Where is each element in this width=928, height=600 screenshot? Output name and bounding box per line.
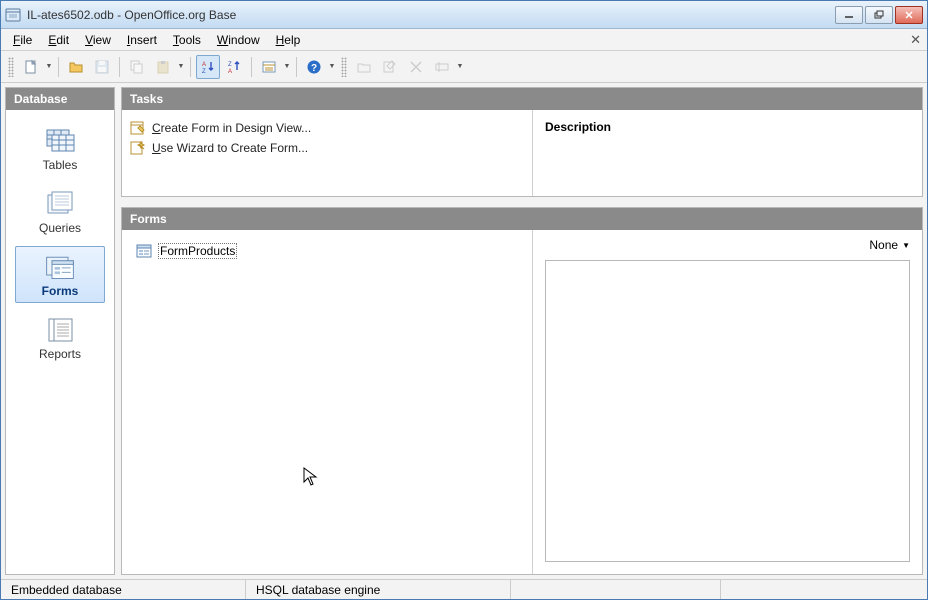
menu-window[interactable]: Window bbox=[209, 31, 268, 49]
forms-header: Forms bbox=[122, 208, 922, 230]
toolbar-grip[interactable] bbox=[341, 57, 347, 77]
open-button[interactable] bbox=[64, 55, 88, 79]
toolbar-separator bbox=[251, 57, 252, 77]
statusbar: Embedded database HSQL database engine bbox=[1, 579, 927, 599]
tasks-panel: Tasks Create Form in Design View... Use … bbox=[121, 87, 923, 197]
svg-text:Z: Z bbox=[202, 69, 206, 75]
sidebar-item-label: Tables bbox=[43, 158, 78, 172]
edit-object-button bbox=[378, 55, 402, 79]
minimize-button[interactable] bbox=[835, 6, 863, 24]
app-icon bbox=[5, 7, 21, 23]
window-title: IL-ates6502.odb - OpenOffice.org Base bbox=[27, 8, 835, 22]
delete-object-button bbox=[404, 55, 428, 79]
toolbar: ▼ ▼ AZ ZA ▼ ? ▼ ▼ bbox=[1, 51, 927, 83]
form-item[interactable]: FormProducts bbox=[134, 242, 520, 260]
open-object-button bbox=[352, 55, 376, 79]
main-area: Tasks Create Form in Design View... Use … bbox=[121, 87, 923, 575]
toolbar-overflow[interactable]: ▼ bbox=[456, 63, 464, 70]
status-embedded: Embedded database bbox=[1, 580, 246, 599]
close-button[interactable] bbox=[895, 6, 923, 24]
tables-icon bbox=[44, 127, 76, 155]
chevron-down-icon: ▼ bbox=[902, 241, 910, 250]
sidebar-item-queries[interactable]: Queries bbox=[15, 183, 105, 240]
toolbar-grip[interactable] bbox=[8, 57, 14, 77]
preview-mode-dropdown[interactable]: None ▼ bbox=[869, 238, 910, 252]
task-create-design-view[interactable]: Create Form in Design View... bbox=[130, 120, 524, 136]
toolbar-separator bbox=[58, 57, 59, 77]
new-button[interactable] bbox=[19, 55, 43, 79]
wizard-icon bbox=[130, 140, 146, 156]
queries-icon bbox=[44, 190, 76, 218]
menu-tools[interactable]: Tools bbox=[165, 31, 209, 49]
help-button[interactable]: ? bbox=[302, 55, 326, 79]
sidebar-header: Database bbox=[6, 88, 114, 110]
toolbar-separator bbox=[119, 57, 120, 77]
help-dropdown[interactable]: ▼ bbox=[328, 63, 336, 70]
svg-text:?: ? bbox=[311, 63, 317, 74]
svg-text:A: A bbox=[228, 69, 232, 75]
sort-asc-button[interactable]: AZ bbox=[196, 55, 220, 79]
description-label: Description bbox=[545, 120, 910, 134]
content-area: Database bbox=[1, 83, 927, 579]
window-controls bbox=[835, 6, 923, 24]
tasks-description-pane: Description bbox=[532, 110, 922, 196]
sidebar-item-label: Reports bbox=[39, 347, 81, 361]
task-use-wizard[interactable]: Use Wizard to Create Form... bbox=[130, 140, 524, 156]
paste-button bbox=[151, 55, 175, 79]
mdi-close-button[interactable]: ✕ bbox=[910, 32, 921, 48]
form-item-label: FormProducts bbox=[158, 243, 237, 259]
window-titlebar: IL-ates6502.odb - OpenOffice.org Base bbox=[1, 1, 927, 29]
reports-icon bbox=[44, 316, 76, 344]
status-engine: HSQL database engine bbox=[246, 580, 511, 599]
form-button[interactable] bbox=[257, 55, 281, 79]
tasks-header: Tasks bbox=[122, 88, 922, 110]
tasks-list: Create Form in Design View... Use Wizard… bbox=[122, 110, 532, 196]
sidebar-body: Tables Queries bbox=[6, 110, 114, 574]
menubar: File Edit View Insert Tools Window Help … bbox=[1, 29, 927, 51]
menu-insert[interactable]: Insert bbox=[119, 31, 165, 49]
menu-help[interactable]: Help bbox=[268, 31, 309, 49]
svg-text:A: A bbox=[202, 62, 206, 68]
database-sidebar: Database bbox=[5, 87, 115, 575]
forms-panel: Forms bbox=[121, 207, 923, 575]
menu-file[interactable]: File bbox=[5, 31, 40, 49]
menu-edit[interactable]: Edit bbox=[40, 31, 77, 49]
status-cell-3 bbox=[511, 580, 721, 599]
forms-preview-pane: None ▼ bbox=[532, 230, 922, 574]
sidebar-item-reports[interactable]: Reports bbox=[15, 309, 105, 366]
menu-view[interactable]: View bbox=[77, 31, 119, 49]
form-dropdown[interactable]: ▼ bbox=[283, 63, 291, 70]
rename-object-button bbox=[430, 55, 454, 79]
task-label: Use Wizard to Create Form... bbox=[152, 141, 308, 155]
task-label: Create Form in Design View... bbox=[152, 121, 311, 135]
forms-body: FormProducts None ▼ bbox=[122, 230, 922, 574]
forms-icon bbox=[44, 253, 76, 281]
preview-mode-label: None bbox=[869, 238, 898, 252]
save-button bbox=[90, 55, 114, 79]
sidebar-item-tables[interactable]: Tables bbox=[15, 120, 105, 177]
toolbar-separator bbox=[190, 57, 191, 77]
new-dropdown[interactable]: ▼ bbox=[45, 63, 53, 70]
sidebar-item-forms[interactable]: Forms bbox=[15, 246, 105, 303]
sort-desc-button[interactable]: ZA bbox=[222, 55, 246, 79]
forms-list[interactable]: FormProducts bbox=[122, 230, 532, 574]
toolbar-separator bbox=[296, 57, 297, 77]
sidebar-item-label: Forms bbox=[42, 284, 79, 298]
design-view-icon bbox=[130, 120, 146, 136]
sidebar-item-label: Queries bbox=[39, 221, 81, 235]
form-icon bbox=[136, 243, 152, 259]
paste-dropdown[interactable]: ▼ bbox=[177, 63, 185, 70]
status-cell-4 bbox=[721, 580, 927, 599]
tasks-body: Create Form in Design View... Use Wizard… bbox=[122, 110, 922, 196]
preview-box bbox=[545, 260, 910, 562]
maximize-button[interactable] bbox=[865, 6, 893, 24]
svg-text:Z: Z bbox=[228, 62, 232, 68]
copy-button bbox=[125, 55, 149, 79]
